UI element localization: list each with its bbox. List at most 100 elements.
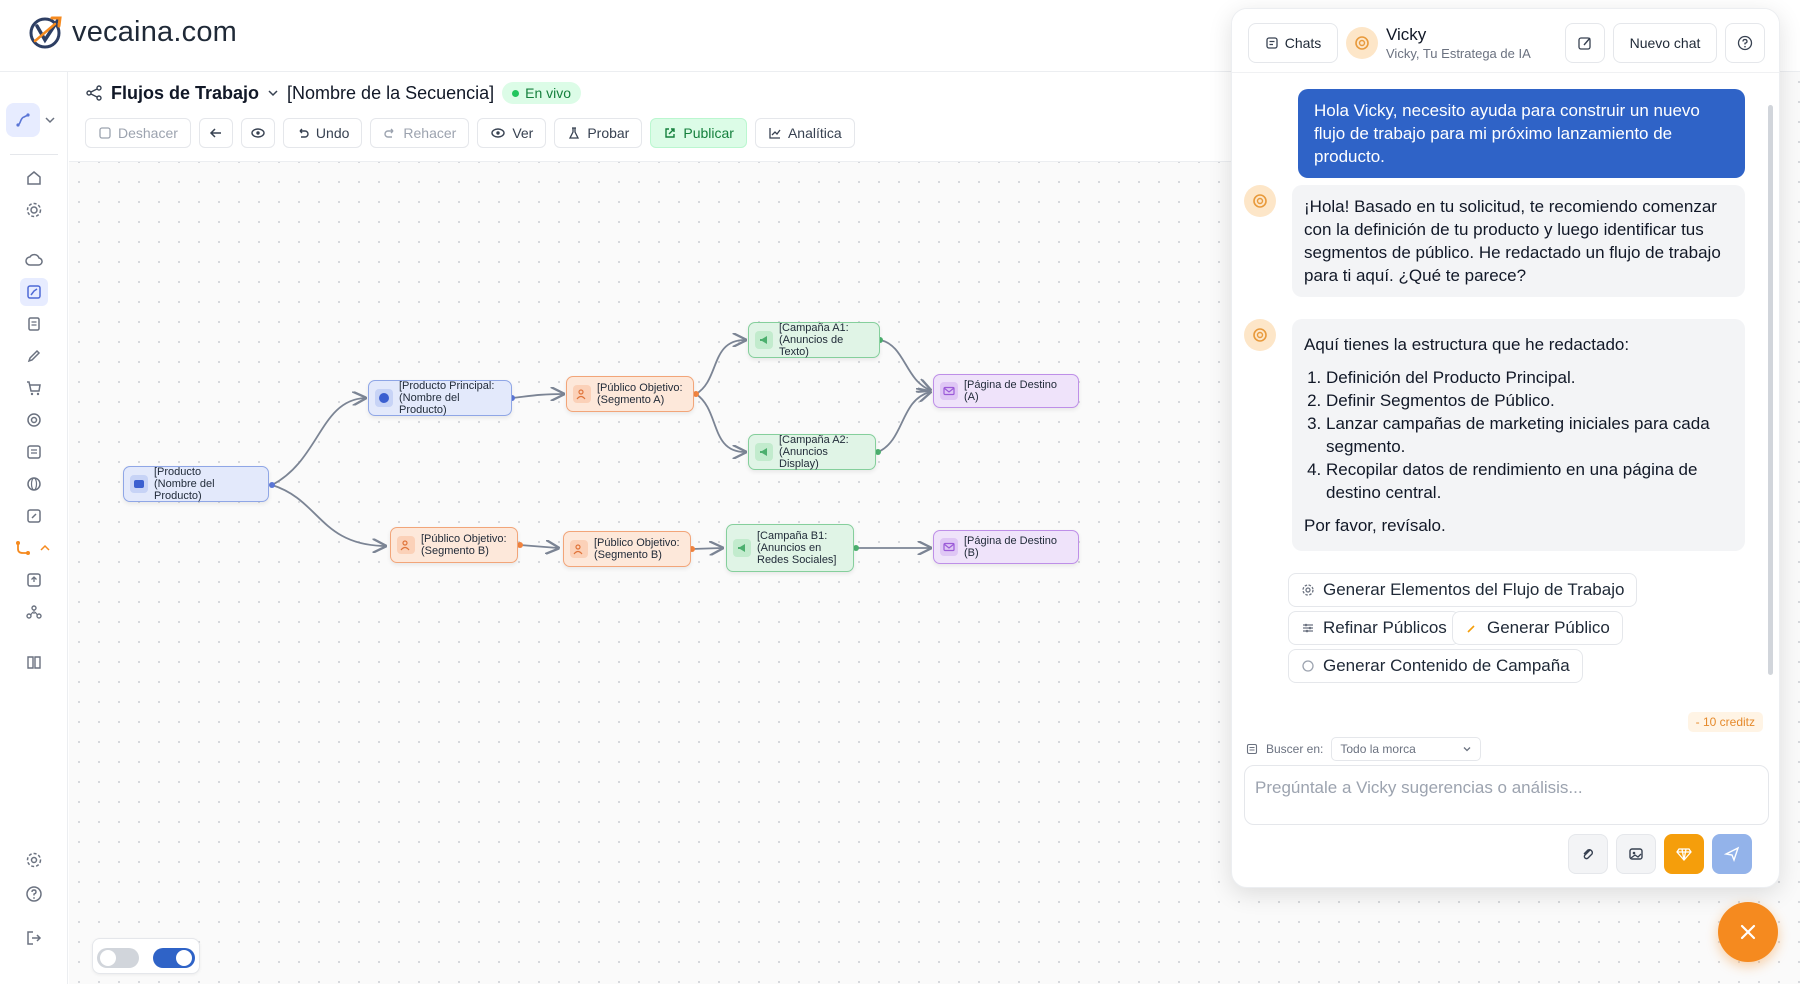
help-button[interactable] — [1725, 23, 1765, 63]
chat-panel: Chats Vicky Vicky, Tu Estratega de IA Nu… — [1231, 8, 1780, 888]
probar-button[interactable]: Probar — [554, 118, 643, 148]
assistant-message: ¡Hola! Basado en tu solicitud, te recomi… — [1292, 185, 1745, 297]
assistant-avatar — [1346, 27, 1378, 59]
help-icon — [1737, 35, 1753, 51]
book-icon[interactable] — [20, 648, 48, 676]
chat-input[interactable] — [1244, 765, 1769, 825]
node-publico-a[interactable]: [Público Objetivo: (Segmento A) — [566, 376, 694, 412]
chip-label: Generar Elementos del Flujo de Trabajo — [1323, 580, 1625, 599]
automation-group-icon[interactable] — [12, 534, 56, 562]
megaphone-icon — [755, 443, 773, 461]
settings-bottom-icon[interactable] — [20, 846, 48, 874]
search-scope-label: Buscer en: — [1266, 742, 1324, 756]
database-icon — [1246, 743, 1258, 755]
search-scope-select[interactable]: Todo la morca — [1331, 737, 1482, 761]
workflow-icon[interactable] — [20, 278, 48, 306]
workflow-toolbar: Deshacer Undo Rehacer Ver Probar Publica… — [85, 118, 855, 148]
inbox-icon[interactable] — [20, 566, 48, 594]
gear-icon[interactable] — [20, 406, 48, 434]
node-publico-b1[interactable]: [Público Objetivo: (Segmento B) — [390, 527, 518, 563]
users-icon — [573, 385, 591, 403]
back-button[interactable] — [198, 118, 233, 148]
assistant-avatar — [1244, 319, 1276, 351]
home-icon[interactable] — [20, 164, 48, 192]
node-campana-b1[interactable]: [Campaña B1: (Anuncios en Redes Sociales… — [726, 524, 854, 572]
sidebar-divider — [10, 154, 58, 155]
chats-button[interactable]: Chats — [1248, 23, 1338, 63]
logo[interactable]: vecaina.com — [28, 14, 237, 50]
document-icon[interactable] — [20, 310, 48, 338]
search-scope-value: Todo la morca — [1340, 742, 1416, 756]
cloud-upload-icon[interactable] — [20, 246, 48, 274]
message-list[interactable]: Hola Vicky, necesito ayuda para construi… — [1232, 73, 1779, 703]
toggle-on[interactable] — [153, 948, 195, 968]
sequence-name[interactable]: [Nombre de la Secuencia] — [287, 83, 494, 104]
preview-button[interactable] — [240, 118, 275, 148]
node-publico-b2[interactable]: [Público Objetivo: (Segmento B) — [563, 531, 691, 567]
pencil-icon[interactable] — [20, 342, 48, 370]
undo-button[interactable]: Undo — [282, 118, 363, 148]
external-link-icon — [665, 128, 676, 138]
network-icon[interactable] — [20, 598, 48, 626]
chip-label: Generar Público — [1487, 618, 1610, 637]
publicar-label: Publicar — [683, 125, 734, 141]
rehacer-button[interactable]: Rehacer — [370, 118, 470, 148]
assistant-info: Vicky Vicky, Tu Estratega de IA — [1386, 25, 1557, 61]
deshacer-button[interactable]: Deshacer — [85, 118, 191, 148]
message-intro: Aquí tienes la estructura que he redacta… — [1304, 335, 1630, 354]
message-outro: Por favor, revísalo. — [1304, 516, 1446, 535]
node-producto-principal[interactable]: [Producto Principal: (Nombre del Product… — [368, 380, 512, 416]
list-item: Definición del Producto Principal. — [1326, 366, 1733, 389]
close-chat-button[interactable] — [1718, 902, 1778, 962]
send-button[interactable] — [1712, 834, 1752, 874]
list-item: Recopilar datos de rendimiento en una pá… — [1326, 458, 1733, 504]
edit-box-icon[interactable] — [20, 502, 48, 530]
node-destino-a[interactable]: [Página de Destino (A) — [933, 374, 1079, 408]
workflow-title[interactable]: Flujos de Trabajo — [111, 83, 259, 104]
node-campana-a2[interactable]: [Campaña A2: (Anuncios Display) — [748, 434, 876, 470]
node-producto[interactable]: [Producto (Nombre del Producto) — [123, 466, 269, 502]
publicar-button[interactable]: Publicar — [650, 118, 747, 148]
workspace-switcher[interactable] — [6, 102, 60, 138]
image-icon — [1629, 848, 1643, 860]
new-chat-button[interactable]: Nuevo chat — [1613, 23, 1717, 63]
suggestion-chips: Generar Elementos del Flujo de Trabajo R… — [1288, 573, 1748, 693]
globe-icon[interactable] — [20, 470, 48, 498]
chat-header: Chats Vicky Vicky, Tu Estratega de IA Nu… — [1232, 9, 1779, 73]
suggestion-refinar-publicos[interactable]: Refinar Públicos — [1288, 611, 1460, 645]
share-icon — [86, 85, 102, 101]
flask-icon — [569, 127, 580, 139]
help-icon[interactable] — [20, 880, 48, 908]
chat-scrollbar[interactable] — [1768, 105, 1773, 675]
chevron-down-icon[interactable] — [267, 87, 279, 99]
logout-icon[interactable] — [20, 924, 48, 952]
diamond-icon — [1676, 848, 1692, 861]
list-item: Lanzar campañas de marketing iniciales p… — [1326, 412, 1733, 458]
globe-icon — [375, 389, 393, 407]
ai-swirl-icon — [1355, 36, 1369, 50]
image-button[interactable] — [1616, 834, 1656, 874]
analitica-label: Analítica — [787, 125, 842, 141]
undo-icon — [99, 127, 111, 139]
suggestion-generar-publico[interactable]: Generar Público — [1452, 611, 1623, 645]
node-destino-b[interactable]: [Página de Destino (B) — [933, 530, 1079, 564]
node-campana-a1[interactable]: [Campaña A1: (Anuncios de Texto) — [748, 322, 880, 358]
ai-swirl-icon — [1253, 328, 1267, 342]
compose-button[interactable] — [1565, 23, 1605, 63]
suggestion-generar-elementos[interactable]: Generar Elementos del Flujo de Trabajo — [1288, 573, 1638, 607]
list-icon[interactable] — [20, 438, 48, 466]
ver-button[interactable]: Ver — [477, 118, 547, 148]
settings-icon[interactable] — [20, 196, 48, 224]
premium-button[interactable] — [1664, 834, 1704, 874]
assistant-name: Vicky — [1386, 25, 1427, 44]
analitica-button[interactable]: Analítica — [754, 118, 855, 148]
suggestion-generar-contenido[interactable]: Generar Contenido de Campaña — [1288, 649, 1583, 683]
chevron-down-icon — [1463, 747, 1471, 752]
view-toggles — [92, 938, 200, 974]
toggle-off[interactable] — [97, 948, 139, 968]
cart-icon[interactable] — [20, 374, 48, 402]
users-icon — [570, 540, 588, 558]
ai-swirl-icon — [1253, 194, 1267, 208]
assistant-avatar — [1244, 185, 1276, 217]
attach-button[interactable] — [1568, 834, 1608, 874]
